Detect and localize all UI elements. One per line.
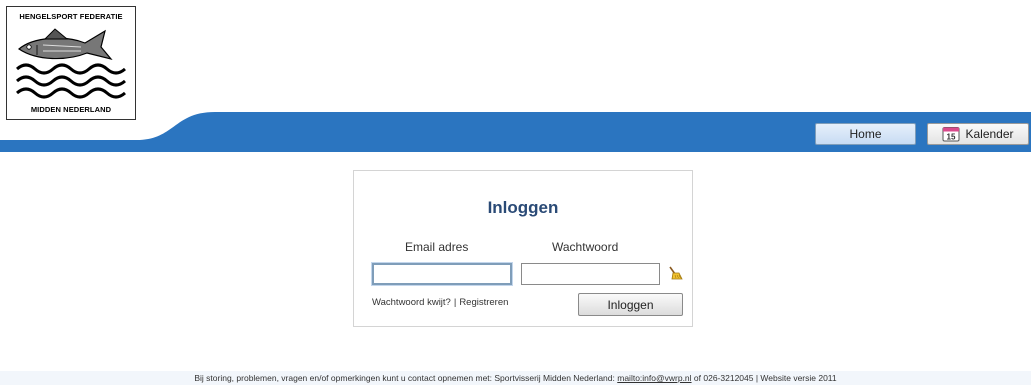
footer-text: Bij storing, problemen, vragen en/of opm… [194, 373, 615, 383]
broom-clear-icon[interactable] [667, 265, 683, 281]
logo-top-text: HENGELSPORT FEDERATIE [19, 12, 123, 21]
links-separator: | [453, 297, 457, 308]
email-label: Email adres [405, 240, 469, 254]
calendar-icon: 15 [942, 127, 960, 142]
footer: Bij storing, problemen, vragen en/of opm… [0, 371, 1031, 385]
home-label: Home [849, 127, 882, 141]
footer-mail-link[interactable]: mailto:info@vwrp.nl [617, 373, 691, 383]
login-button-label: Inloggen [607, 297, 654, 312]
login-title: Inloggen [487, 198, 559, 217]
home-button[interactable]: Home [815, 123, 916, 145]
calendar-button[interactable]: 15 Kalender [927, 123, 1029, 145]
password-field[interactable] [521, 263, 660, 285]
login-panel: Inloggen Email adres Wachtwoord Wachtwoo… [353, 170, 693, 327]
email-field[interactable] [372, 263, 512, 285]
password-label: Wachtwoord [552, 240, 619, 254]
login-button[interactable]: Inloggen [578, 293, 683, 316]
login-links: Wachtwoord kwijt? | Registreren [372, 297, 508, 308]
calendar-day: 15 [947, 133, 956, 142]
register-link[interactable]: Registreren [459, 297, 508, 308]
calendar-label: Kalender [965, 127, 1014, 141]
forgot-password-link[interactable]: Wachtwoord kwijt? [372, 297, 451, 308]
fish-waves-icon [16, 28, 126, 99]
federation-logo: HENGELSPORT FEDERATIE MIDDEN NEDERLAND [6, 6, 136, 120]
footer-suffix: of 026-3212045 | Website versie 2011 [693, 373, 837, 383]
